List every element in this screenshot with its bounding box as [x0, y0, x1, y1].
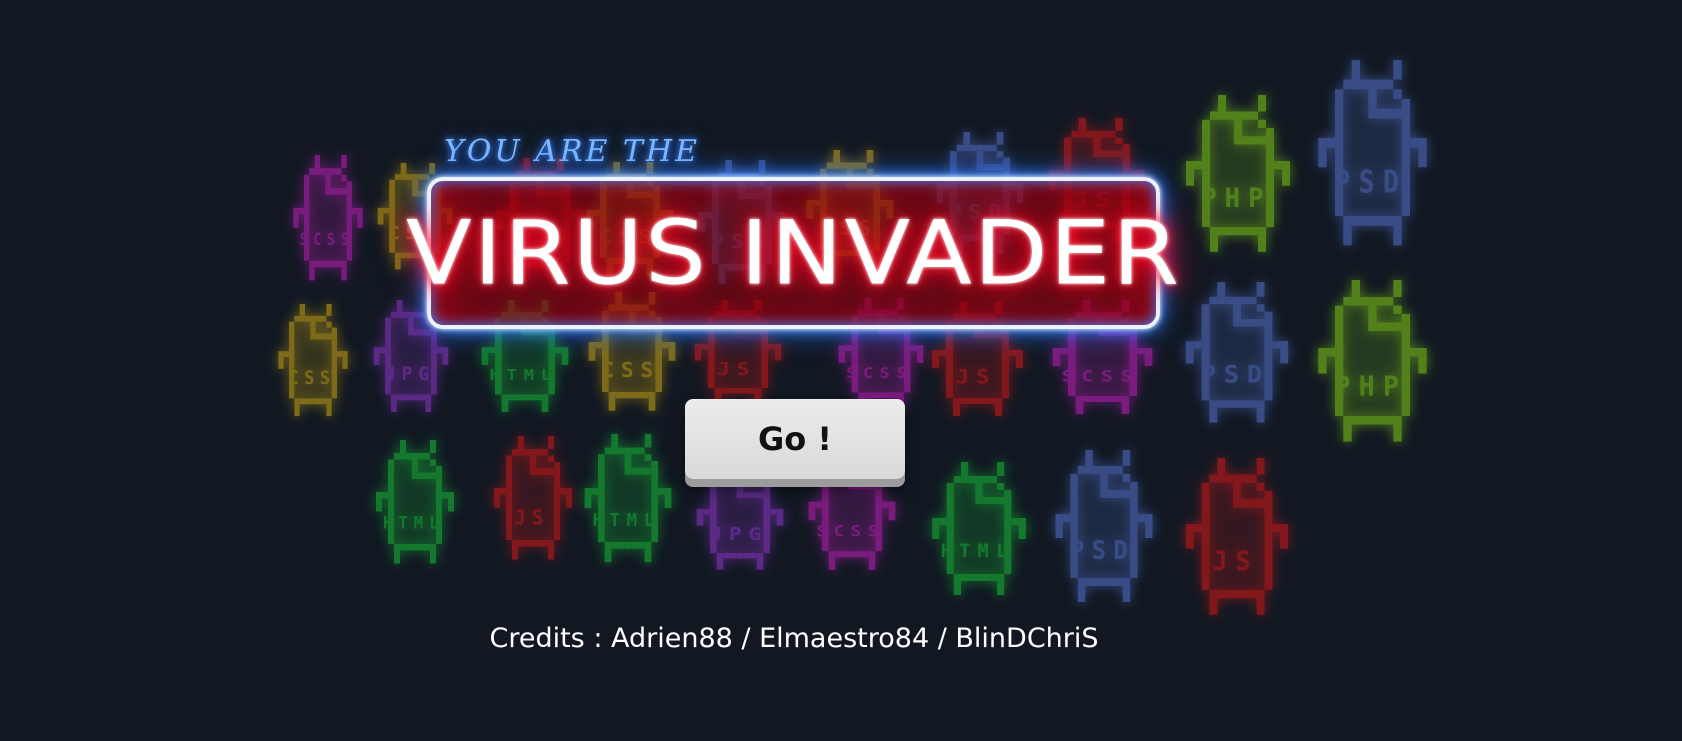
invader-label: JS — [514, 505, 549, 530]
invader-label: PHP — [1201, 184, 1271, 214]
go-button[interactable]: Go ! — [685, 399, 905, 479]
virus-invader: PSD — [1310, 60, 1435, 255]
game-stage: SCSSCSSJSCSSPSDCSSPSDJSPHPPSDCSSJPGHTMLC… — [0, 0, 1682, 741]
invader-label: HTML — [592, 511, 660, 531]
virus-invader: CSS — [273, 304, 353, 422]
virus-invader: JS — [1178, 458, 1296, 623]
invader-label: SCSS — [846, 364, 913, 382]
virus-invader: PSD — [1178, 282, 1296, 430]
invader-label: JS — [717, 359, 756, 380]
virus-invader: PHP — [1310, 280, 1435, 450]
virus-invader: JPG — [690, 465, 790, 575]
invader-label: JS — [956, 366, 997, 388]
invader-label: JPG — [709, 524, 768, 545]
virus-invader: HTML — [578, 434, 678, 569]
file-bug-icon: JS — [494, 436, 572, 560]
invader-label: JPG — [385, 364, 435, 385]
invader-label: HTML — [489, 366, 557, 384]
file-bug-icon: PSD — [1185, 282, 1289, 423]
credits-text: Credits : Adrien88 / Elmaestro84 / BlinD… — [489, 623, 1099, 654]
file-bug-icon: JS — [1185, 458, 1289, 615]
invader-label: PHP — [1334, 371, 1407, 402]
game-title: VIRUS INVADER — [406, 201, 1182, 305]
file-bug-icon: PSD — [1318, 60, 1427, 246]
title-frame: VIRUS INVADER — [406, 177, 1179, 329]
invader-label: PSD — [1070, 535, 1136, 565]
virus-invader: HTML — [370, 440, 460, 570]
file-bug-icon: PSD — [1055, 450, 1153, 602]
file-bug-icon: PHP — [1186, 95, 1290, 252]
invader-label: CSS — [601, 359, 660, 382]
subtitle: YOU ARE THE — [444, 134, 700, 169]
invader-label: JS — [1212, 547, 1258, 578]
virus-invader: HTML — [925, 462, 1033, 602]
file-bug-icon: HTML — [584, 434, 672, 563]
invader-label: SCSS — [816, 521, 884, 540]
file-bug-icon: CSS — [278, 304, 348, 417]
invader-label: SCSS — [1062, 368, 1141, 386]
virus-invader: SCSS — [288, 155, 368, 287]
virus-invader: PHP — [1178, 95, 1298, 260]
invader-label: PSD — [1334, 164, 1407, 201]
file-bug-icon: HTML — [376, 440, 454, 564]
invader-label: HTML — [941, 541, 1015, 562]
invader-label: PSD — [1201, 360, 1270, 388]
virus-invader: PSD — [1048, 450, 1160, 610]
virus-invader: JS — [488, 436, 578, 566]
file-bug-icon: HTML — [932, 462, 1026, 595]
file-bug-icon: JPG — [696, 465, 784, 570]
invader-label: CSS — [289, 367, 336, 389]
file-bug-icon: PHP — [1318, 280, 1427, 442]
file-bug-icon: SCSS — [293, 155, 363, 281]
invader-label: HTML — [383, 513, 445, 533]
invader-label: SCSS — [300, 229, 355, 249]
